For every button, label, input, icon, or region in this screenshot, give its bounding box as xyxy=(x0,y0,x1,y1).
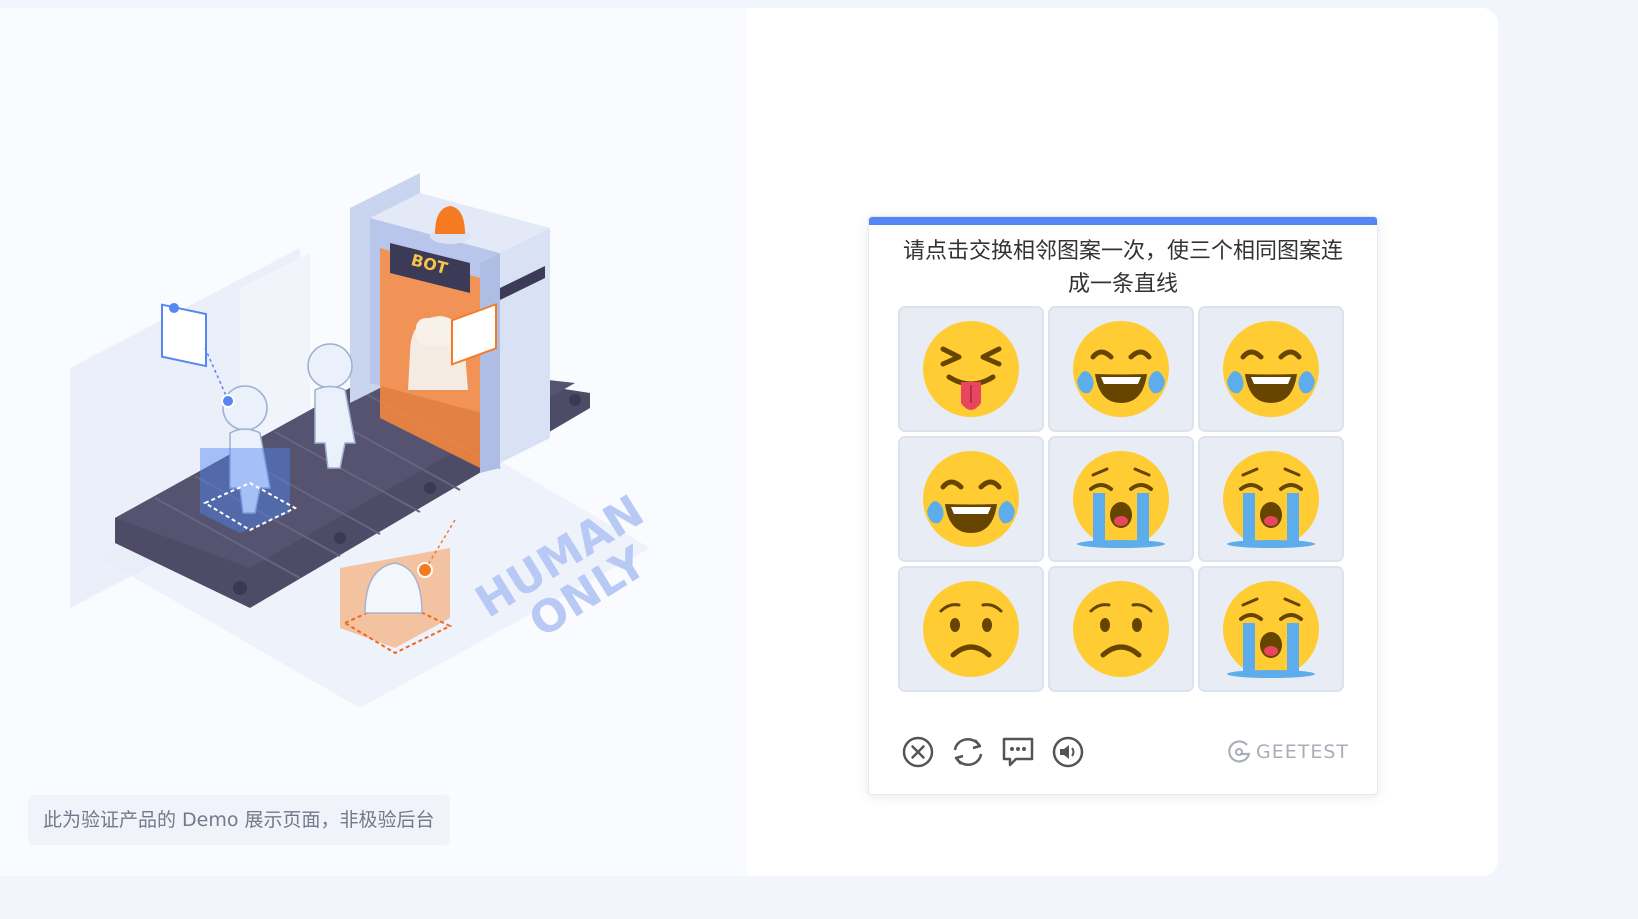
tile-8[interactable] xyxy=(1048,566,1194,692)
loudly-crying-face-icon xyxy=(1223,581,1319,678)
tears-of-joy-face-icon xyxy=(923,451,1019,547)
emoji-grid xyxy=(898,306,1348,692)
worried-face-icon xyxy=(1073,581,1169,677)
human-only-illustration: BOT HUMAN ONLY xyxy=(70,173,656,708)
tile-1[interactable] xyxy=(898,306,1044,432)
captcha-instruction: 请点击交换相邻图案一次，使三个相同图案连成一条直线 xyxy=(902,239,1343,297)
captcha-widget: 请点击交换相邻图案一次，使三个相同图案连成一条直线 GEETEST xyxy=(868,216,1378,795)
squinting-tongue-face-icon xyxy=(923,321,1019,417)
tile-9[interactable] xyxy=(1198,566,1344,692)
close-button[interactable] xyxy=(899,733,937,771)
left-panel: BOT HUMAN ONLY 此为验证产品的 Demo 展示页面，非极验后台 xyxy=(0,8,747,876)
geetest-brand: GEETEST xyxy=(1226,739,1349,765)
tile-6[interactable] xyxy=(1198,436,1344,562)
loudly-crying-face-icon xyxy=(1223,451,1319,548)
tile-7[interactable] xyxy=(898,566,1044,692)
audio-button[interactable] xyxy=(1049,733,1087,771)
feedback-button[interactable] xyxy=(999,733,1037,771)
captcha-footer: GEETEST xyxy=(899,727,1349,777)
tears-of-joy-face-icon xyxy=(1223,321,1319,417)
geetest-logo-icon xyxy=(1228,740,1251,763)
tears-of-joy-face-icon xyxy=(1073,321,1169,417)
brand-text: GEETEST xyxy=(1255,741,1349,763)
refresh-button[interactable] xyxy=(949,733,987,771)
refresh-icon xyxy=(953,738,983,766)
loudly-crying-face-icon xyxy=(1073,451,1169,548)
audio-icon xyxy=(1052,736,1084,768)
main-card: BOT HUMAN ONLY 此为验证产品的 Demo 展示页面，非极验后台 请… xyxy=(0,8,1498,876)
tile-3[interactable] xyxy=(1198,306,1344,432)
captcha-top-bar xyxy=(869,217,1377,225)
tile-4[interactable] xyxy=(898,436,1044,562)
demo-note: 此为验证产品的 Demo 展示页面，非极验后台 xyxy=(28,795,450,845)
tile-2[interactable] xyxy=(1048,306,1194,432)
worried-face-icon xyxy=(923,581,1019,677)
close-icon xyxy=(902,736,934,768)
tile-5[interactable] xyxy=(1048,436,1194,562)
feedback-icon xyxy=(1002,737,1034,767)
